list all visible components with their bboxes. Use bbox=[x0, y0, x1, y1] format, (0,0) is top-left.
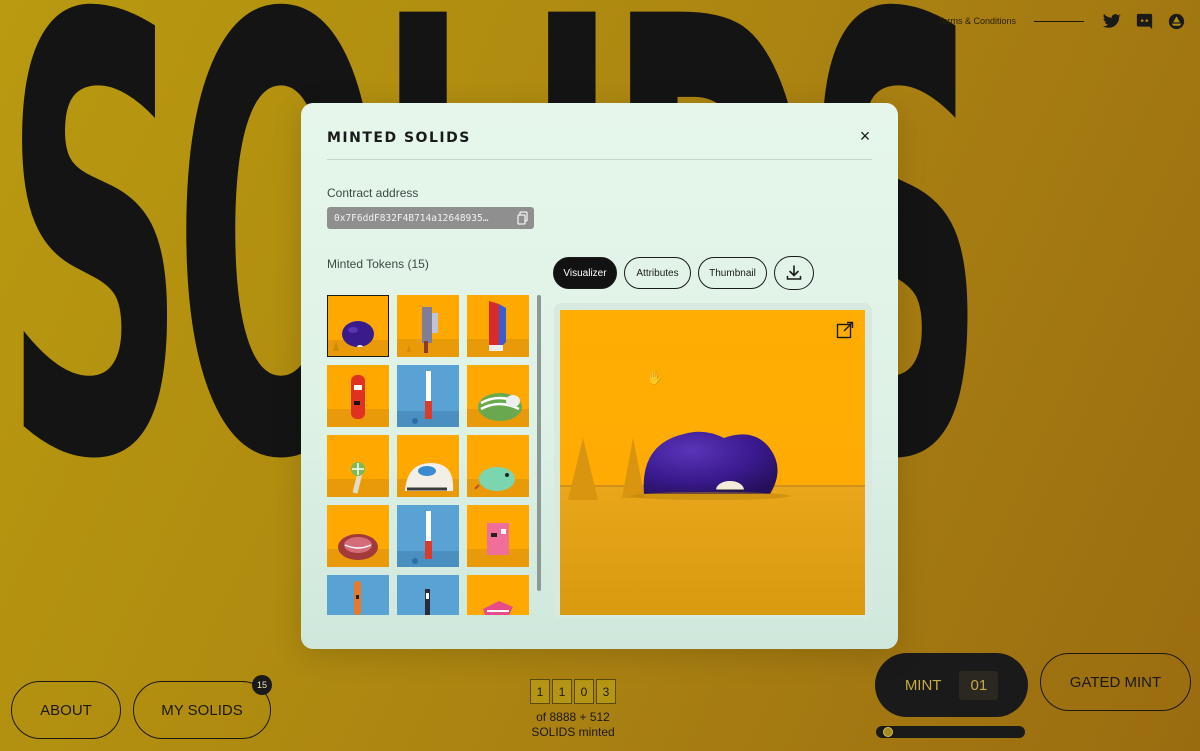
counter-total-text: of 8888 + 512 bbox=[536, 710, 610, 724]
token-thumbnail[interactable] bbox=[327, 365, 389, 427]
progress-knob[interactable] bbox=[883, 727, 894, 737]
twitter-icon[interactable] bbox=[1102, 11, 1122, 31]
terms-link[interactable]: Terms & Conditions bbox=[938, 16, 1016, 26]
token-grid-scrollbar[interactable] bbox=[537, 295, 541, 591]
tab-attributes[interactable]: Attributes bbox=[624, 257, 691, 289]
contract-address-label: Contract address bbox=[327, 186, 419, 200]
counter-digit: 1 bbox=[530, 679, 550, 704]
token-thumbnail[interactable] bbox=[467, 575, 529, 615]
mint-counter: 1 1 0 3 of 8888 + 512 SOLIDS minted bbox=[530, 679, 616, 740]
mint-button[interactable]: MINT 01 bbox=[875, 653, 1028, 717]
gated-mint-button[interactable]: GATED MINT bbox=[1040, 653, 1191, 711]
my-solids-label: MY SOLIDS bbox=[161, 701, 243, 719]
boat-icon[interactable] bbox=[1166, 11, 1186, 31]
hand-cursor-icon: ✋ bbox=[646, 369, 664, 385]
contract-address-value: 0x7F6ddF832F4B714a12648935… bbox=[334, 212, 489, 224]
counter-digit: 1 bbox=[552, 679, 572, 704]
divider bbox=[1034, 20, 1084, 22]
token-thumbnail[interactable] bbox=[397, 435, 459, 497]
visualizer-canvas[interactable]: ✋ bbox=[560, 310, 865, 615]
download-button[interactable] bbox=[774, 256, 814, 290]
minted-solids-modal: MINTED SOLIDS × Contract address 0x7F6dd… bbox=[301, 103, 898, 649]
token-thumbnail[interactable] bbox=[327, 575, 389, 615]
token-thumbnail[interactable] bbox=[397, 365, 459, 427]
token-thumbnail[interactable] bbox=[397, 505, 459, 567]
token-thumbnail[interactable] bbox=[327, 435, 389, 497]
mint-label: MINT bbox=[904, 676, 942, 694]
tab-thumbnail[interactable]: Thumbnail bbox=[698, 257, 767, 289]
token-thumbnail[interactable] bbox=[467, 435, 529, 497]
mint-quantity[interactable]: 01 bbox=[959, 670, 999, 700]
about-button[interactable]: ABOUT bbox=[11, 681, 121, 739]
token-thumbnail[interactable] bbox=[467, 365, 529, 427]
my-solids-count-badge: 15 bbox=[252, 675, 272, 695]
my-solids-button[interactable]: MY SOLIDS 15 bbox=[133, 675, 272, 739]
counter-caption: SOLIDS minted bbox=[531, 725, 615, 739]
token-grid bbox=[327, 295, 532, 615]
open-external-icon[interactable] bbox=[836, 321, 854, 339]
counter-digits: 1 1 0 3 bbox=[530, 679, 616, 704]
discord-icon[interactable] bbox=[1134, 11, 1154, 31]
token-thumbnail[interactable] bbox=[397, 575, 459, 615]
modal-title: MINTED SOLIDS bbox=[327, 130, 471, 146]
divider bbox=[327, 159, 872, 160]
tab-visualizer[interactable]: Visualizer bbox=[553, 257, 617, 289]
token-thumbnail-selected[interactable] bbox=[327, 295, 389, 357]
download-icon bbox=[786, 265, 802, 280]
counter-digit: 0 bbox=[574, 679, 594, 704]
token-thumbnail[interactable] bbox=[467, 505, 529, 567]
token-thumbnail[interactable] bbox=[327, 505, 389, 567]
mint-progress-bar[interactable] bbox=[876, 726, 1025, 738]
token-thumbnail[interactable] bbox=[397, 295, 459, 357]
token-thumbnail[interactable] bbox=[467, 295, 529, 357]
minted-tokens-label: Minted Tokens (15) bbox=[327, 257, 429, 271]
viewer-tabs: Visualizer Attributes Thumbnail bbox=[553, 256, 814, 290]
copy-icon[interactable] bbox=[516, 211, 530, 225]
close-icon[interactable]: × bbox=[856, 126, 874, 146]
top-bar: Terms & Conditions bbox=[938, 11, 1186, 31]
contract-address-field[interactable]: 0x7F6ddF832F4B714a12648935… bbox=[327, 207, 534, 229]
counter-digit: 3 bbox=[596, 679, 616, 704]
solid-render bbox=[560, 431, 865, 615]
